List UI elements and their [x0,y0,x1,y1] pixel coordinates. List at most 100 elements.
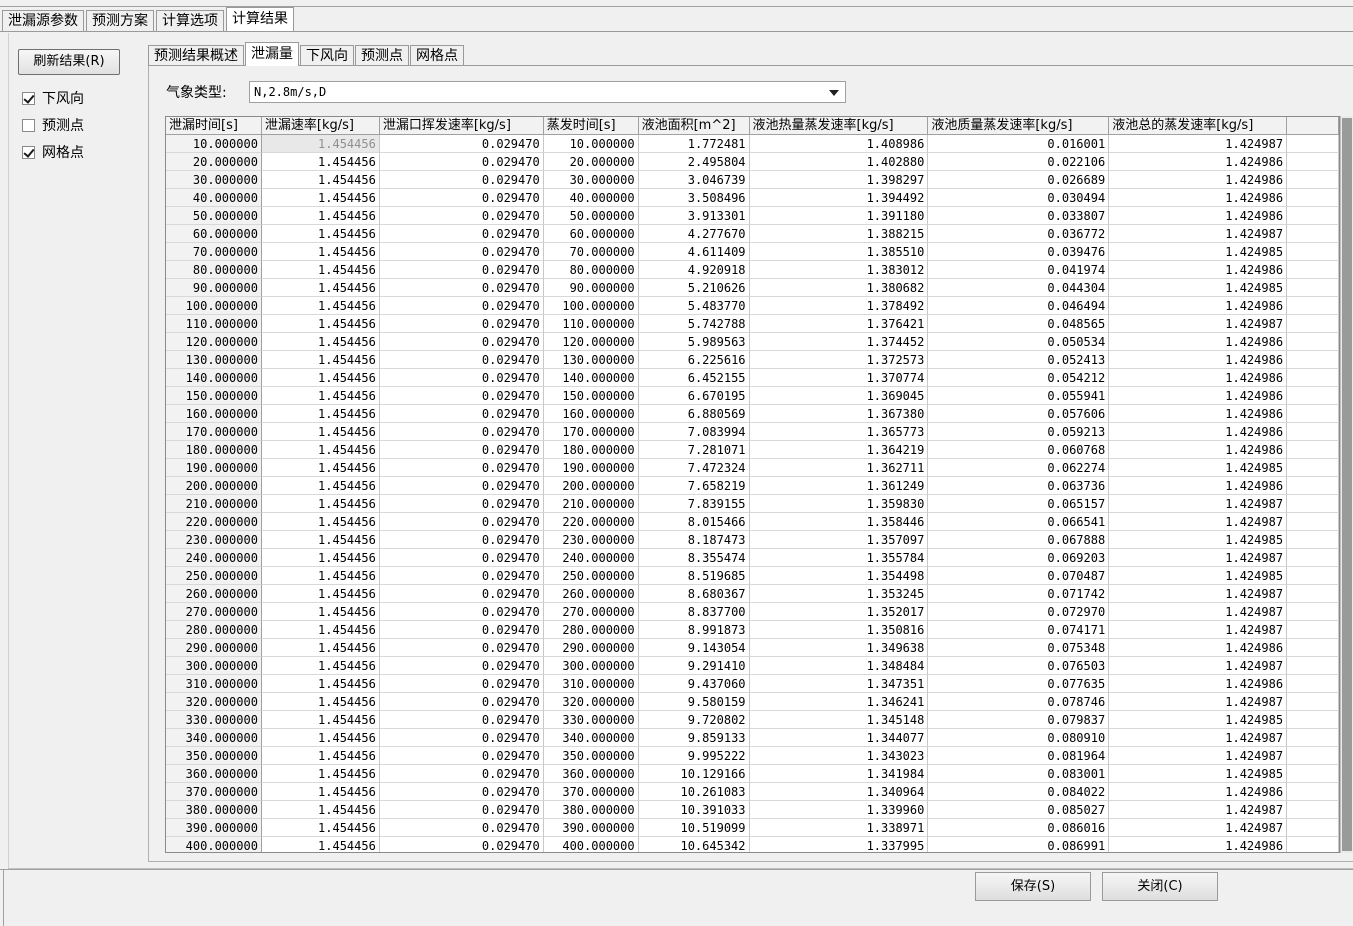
table-row[interactable]: 40.000000 1.454456 0.029470 40.000000 3.5084… [166,189,1339,207]
table-cell[interactable]: 0.030494 [928,189,1110,207]
table-cell[interactable]: 1.424986 [1109,477,1288,495]
table-cell[interactable]: 2.495804 [638,153,750,171]
table-cell[interactable]: 0.086016 [928,819,1110,837]
table-cell[interactable]: 1.424986 [1109,639,1288,657]
table-cell[interactable]: 150.000000 [543,387,639,405]
table-cell[interactable]: 240.000000 [543,549,639,567]
table-cell[interactable]: 0.029470 [379,801,544,819]
table-cell[interactable]: 0.057606 [928,405,1110,423]
table-cell[interactable]: 9.580159 [638,693,750,711]
table-cell[interactable]: 1.424985 [1109,459,1288,477]
table-cell[interactable]: 90.000000 [543,279,639,297]
row-header-cell[interactable]: 120.000000 [166,333,262,351]
table-cell[interactable]: 100.000000 [543,297,639,315]
table-cell[interactable]: 0.029470 [379,441,544,459]
row-header-cell[interactable]: 360.000000 [166,765,262,783]
table-cell[interactable]: 1.352017 [749,603,929,621]
table-cell[interactable]: 0.072970 [928,603,1110,621]
table-row[interactable]: 150.000000 1.454456 0.029470 150.000000 6.67… [166,387,1339,405]
table-row[interactable]: 350.000000 1.454456 0.029470 350.000000 9.99… [166,747,1339,765]
table-cell[interactable]: 5.989563 [638,333,750,351]
table-cell[interactable]: 1.424987 [1109,225,1288,243]
table-cell[interactable]: 0.065157 [928,495,1110,513]
grid-point-checkbox-row[interactable]: 网格点 [22,143,84,161]
table-cell[interactable]: 1.454456 [261,531,380,549]
table-cell[interactable]: 0.029470 [379,153,544,171]
table-cell[interactable]: 1.376421 [749,315,929,333]
table-cell[interactable]: 1.454456 [261,783,380,801]
table-row[interactable]: 130.000000 1.454456 0.029470 130.000000 6.22… [166,351,1339,369]
table-cell[interactable]: 1.424987 [1109,747,1288,765]
table-cell[interactable]: 1.424987 [1109,513,1288,531]
table-cell[interactable]: 5.742788 [638,315,750,333]
row-header-cell[interactable]: 10.000000 [166,135,262,153]
table-cell[interactable]: 0.029470 [379,207,544,225]
row-header-cell[interactable]: 240.000000 [166,549,262,567]
scrollbar-thumb[interactable] [1342,118,1352,851]
table-cell[interactable]: 1.391180 [749,207,929,225]
table-cell[interactable]: 0.077635 [928,675,1110,693]
table-cell[interactable]: 160.000000 [543,405,639,423]
table-cell[interactable]: 0.029470 [379,315,544,333]
table-cell[interactable]: 0.029470 [379,531,544,549]
table-cell[interactable]: 0.022106 [928,153,1110,171]
table-row[interactable]: 340.000000 1.454456 0.029470 340.000000 9.85… [166,729,1339,747]
table-cell[interactable]: 1.355784 [749,549,929,567]
table-cell[interactable]: 7.658219 [638,477,750,495]
table-cell[interactable]: 0.029470 [379,405,544,423]
table-cell[interactable]: 230.000000 [543,531,639,549]
table-cell[interactable]: 0.029470 [379,297,544,315]
table-cell[interactable]: 7.839155 [638,495,750,513]
table-cell[interactable]: 0.029470 [379,495,544,513]
table-cell[interactable]: 1.374452 [749,333,929,351]
table-cell[interactable]: 1.454456 [261,801,380,819]
table-cell[interactable]: 1.454456 [261,423,380,441]
table-cell[interactable]: 1.454456 [261,315,380,333]
table-cell[interactable]: 30.000000 [543,171,639,189]
table-cell[interactable]: 1.388215 [749,225,929,243]
table-cell[interactable]: 1.424986 [1109,387,1288,405]
table-row[interactable]: 390.000000 1.454456 0.029470 390.000000 10.5… [166,819,1339,837]
tab-calc-results[interactable]: 计算结果 [226,7,294,31]
table-cell[interactable]: 1.454456 [261,297,380,315]
table-cell[interactable]: 0.067888 [928,531,1110,549]
table-cell[interactable]: 0.041974 [928,261,1110,279]
table-cell[interactable]: 0.063736 [928,477,1110,495]
table-cell[interactable]: 1.454456 [261,441,380,459]
table-cell[interactable]: 0.029470 [379,477,544,495]
row-header-cell[interactable]: 40.000000 [166,189,262,207]
table-cell[interactable]: 1.424986 [1109,369,1288,387]
table-cell[interactable]: 0.079837 [928,711,1110,729]
table-cell[interactable]: 380.000000 [543,801,639,819]
table-row[interactable]: 180.000000 1.454456 0.029470 180.000000 7.28… [166,441,1339,459]
table-cell[interactable]: 4.277670 [638,225,750,243]
table-cell[interactable]: 1.424986 [1109,837,1288,852]
table-cell[interactable]: 0.080910 [928,729,1110,747]
table-cell[interactable]: 1.398297 [749,171,929,189]
table-cell[interactable]: 10.129166 [638,765,750,783]
table-cell[interactable]: 10.645342 [639,837,750,852]
table-cell[interactable]: 1.424986 [1109,351,1288,369]
tab-result-overview[interactable]: 预测结果概述 [148,45,244,66]
table-cell[interactable]: 1.380682 [749,279,929,297]
row-header-cell[interactable]: 190.000000 [166,459,262,477]
table-cell[interactable]: 10.261083 [638,783,750,801]
table-cell[interactable]: 0.029470 [379,711,544,729]
close-button[interactable]: 关闭(C) [1102,872,1218,901]
table-cell[interactable]: 220.000000 [543,513,639,531]
table-cell[interactable]: 320.000000 [543,693,639,711]
table-cell[interactable]: 0.029470 [379,225,544,243]
table-cell[interactable]: 350.000000 [543,747,639,765]
table-cell[interactable]: 270.000000 [543,603,639,621]
table-row[interactable]: 110.000000 1.454456 0.029470 110.000000 5.74… [166,315,1339,333]
table-cell[interactable]: 120.000000 [543,333,639,351]
row-header-cell[interactable]: 90.000000 [166,279,262,297]
table-cell[interactable]: 400.000000 [544,837,639,852]
table-cell[interactable]: 80.000000 [543,261,639,279]
table-row[interactable]: 70.000000 1.454456 0.029470 70.000000 4.6114… [166,243,1339,261]
table-cell[interactable]: 1.454456 [261,369,380,387]
table-cell[interactable]: 1.367380 [749,405,929,423]
table-cell[interactable]: 1.424985 [1109,531,1288,549]
tab-prediction-points[interactable]: 预测点 [355,45,409,66]
row-header-cell[interactable]: 50.000000 [166,207,262,225]
